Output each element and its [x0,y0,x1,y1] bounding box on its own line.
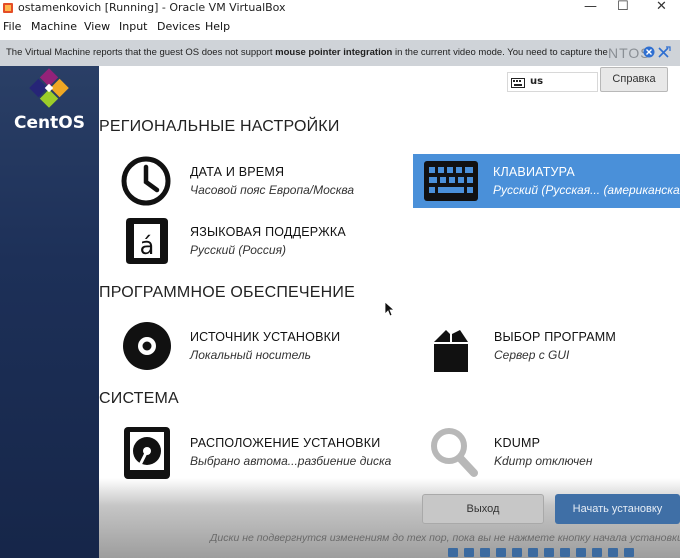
menu-file[interactable]: File [3,20,21,33]
harddisk-icon[interactable] [122,425,172,481]
datetime-title: ДАТА И ВРЕМЯ [190,165,285,179]
start-install-button[interactable]: Начать установку [555,494,680,524]
kdump-status: Kdump отключен [494,454,593,468]
kdump-title: KDUMP [494,436,541,450]
section-system: СИСТЕМА [99,390,179,407]
keyboard-status: Русский (Русская... (американская) [493,183,680,197]
menu-input[interactable]: Input [119,20,147,33]
info-icon[interactable] [643,46,655,58]
keyboard-layout-indicator[interactable]: us [507,72,598,92]
keyboard-title: КЛАВИАТУРА [493,165,575,179]
language-title: ЯЗЫКОВАЯ ПОДДЕРЖКА [190,225,346,239]
help-button[interactable]: Справка [600,67,668,92]
keyboard-layout-label: us [530,76,544,87]
notification-bar: The Virtual Machine reports that the gue… [0,40,680,67]
centos-logo-icon [29,68,69,108]
maximize-button[interactable]: ☐ [617,0,629,14]
close-button[interactable]: ✕ [656,0,667,14]
menu-devices[interactable]: Devices [157,20,200,33]
menu-view[interactable]: View [84,20,110,33]
menu-bar: File Machine View Input Devices Help [0,17,680,36]
clock-icon[interactable] [120,155,172,207]
window-title: ostamenkovich [Running] - Oracle VM Virt… [18,1,286,14]
sidebar: CentOS [0,66,99,558]
section-regional: РЕГИОНАЛЬНЫЕ НАСТРОЙКИ [99,118,340,135]
menu-help[interactable]: Help [205,20,230,33]
minimize-button[interactable]: — [584,0,597,14]
vm-statusbar-icons [448,548,634,557]
keyboard-icon [424,161,478,201]
mouse-cursor-icon [384,301,394,317]
software-title: ВЫБОР ПРОГРАММ [494,330,617,344]
keyboard-small-icon [511,78,525,88]
source-status: Локальный носитель [190,348,311,362]
destination-status: Выбрано автома...разбиение диска [190,454,392,468]
package-icon[interactable] [432,328,470,374]
item-keyboard[interactable]: КЛАВИАТУРА Русский (Русская... (американ… [413,154,680,208]
window-titlebar: ostamenkovich [Running] - Oracle VM Virt… [0,0,680,17]
destination-title: РАСПОЛОЖЕНИЕ УСТАНОВКИ [190,436,381,450]
mouse-integration-icon[interactable] [657,46,671,58]
source-title: ИСТОЧНИК УСТАНОВКИ [190,330,341,344]
software-status: Сервер с GUI [494,348,570,362]
magnifier-icon[interactable] [430,427,478,477]
language-icon[interactable]: á [122,216,172,266]
footer-message: Диски не подвергнутся изменениям до тех … [210,532,680,544]
section-software: ПРОГРАММНОЕ ОБЕСПЕЧЕНИЕ [99,284,355,301]
virtualbox-icon [3,3,13,13]
sidebar-brand: CentOS [14,113,85,133]
language-status: Русский (Россия) [190,243,286,257]
menu-machine[interactable]: Machine [31,20,77,33]
svg-text:á: á [140,232,155,260]
disc-icon[interactable] [121,320,173,372]
notification-message: The Virtual Machine reports that the gue… [6,47,608,58]
exit-button[interactable]: Выход [422,494,544,524]
datetime-status: Часовой пояс Европа/Москва [190,183,355,197]
